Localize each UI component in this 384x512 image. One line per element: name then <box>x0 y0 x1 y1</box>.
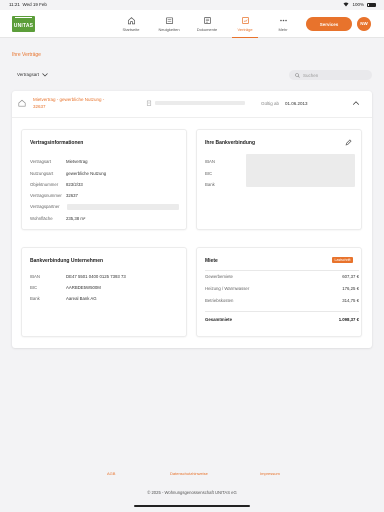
info-row-objektnummer: Objektnummer 823/2/33 <box>30 182 83 187</box>
avatar[interactable]: NW <box>357 17 371 31</box>
redacted-address <box>155 101 245 105</box>
contract-icon <box>241 16 249 25</box>
status-indicators: 100% <box>343 2 376 7</box>
company-bank-panel: Bankverbindung Unternehmen IBAN DE47 5501… <box>21 247 187 337</box>
page-title: Ihre Verträge <box>12 52 41 58</box>
nav-item-startseite[interactable]: Startseite <box>112 14 150 36</box>
status-time: 11:21 Wed 19 Feb <box>9 2 47 7</box>
nav-item-mehr[interactable]: Mehr <box>264 14 302 36</box>
footer-link-datenschutz[interactable]: Datenschutzhinweise <box>170 471 208 476</box>
company-row-iban: IBAN DE47 5501 0400 0125 7393 73 <box>30 274 126 279</box>
divider <box>205 311 359 312</box>
rent-title: Miete <box>205 258 218 264</box>
valid-from-label: Gültig ab <box>261 101 280 106</box>
contract-card: Mietvertrag - gewerbliche Nutzung - 3263… <box>12 91 372 348</box>
nav-item-vertraege[interactable]: Verträge <box>226 14 264 38</box>
company-row-bic: BIC AARBDE5W500M <box>30 285 101 290</box>
contract-name: Mietvertrag - gewerbliche Nutzung - 3263… <box>33 97 105 109</box>
bank-account-title: Ihre Bankverbindung <box>205 140 256 146</box>
home-indicator[interactable] <box>134 505 250 507</box>
filter-label: Vertragsart <box>17 72 40 77</box>
contract-info-title: Vertragsinformationen <box>30 140 84 146</box>
info-row-vertragsnummer: Vertragsnummer 32637 <box>30 193 78 198</box>
company-bank-title: Bankverbindung Unternehmen <box>30 258 104 264</box>
info-row-wohnflaeche: Wohnfläche 235,38 m² <box>30 216 86 221</box>
contract-header[interactable]: Mietvertrag - gewerbliche Nutzung - 3263… <box>12 91 372 118</box>
nav-items: Startseite Neuigkeiten Dokumente Verträg… <box>112 14 302 38</box>
company-row-bank: Bank Aareal Bank AG <box>30 296 97 301</box>
rent-row-total: Gesamtmiete 1.098,37 € <box>205 317 359 322</box>
redacted-vertragspartner <box>67 204 179 210</box>
status-bar: 11:21 Wed 19 Feb 100% <box>0 0 384 10</box>
rent-panel: Miete Lastschrift Gewerbemiete 607,37 € H… <box>196 247 362 337</box>
copyright: © 2025 - Wohnungsgenossenschaft UNITAS e… <box>147 490 237 495</box>
footer-link-impressum[interactable]: Impressum <box>260 471 280 476</box>
top-navigation: UNITAS Startseite Neuigkeiten Dokumente … <box>0 10 384 38</box>
edit-icon[interactable] <box>345 139 352 146</box>
more-icon <box>279 19 287 22</box>
contract-type-filter[interactable]: Vertragsart <box>17 72 48 77</box>
home-icon <box>127 17 135 25</box>
search-icon <box>295 72 300 78</box>
rent-row-betriebskosten: Betriebskosten 314,75 € <box>205 298 359 303</box>
chevron-up-icon[interactable] <box>352 99 360 107</box>
info-row-nutzungsart: Nutzungsart gewerbliche Nutzung <box>30 171 107 176</box>
search-field[interactable] <box>289 70 372 80</box>
chevron-down-icon <box>42 72 48 76</box>
divider <box>205 270 359 271</box>
wifi-icon <box>343 2 349 7</box>
contract-info-panel: Vertragsinformationen Vertragsart Mietver… <box>21 129 187 230</box>
rent-row-heizung: Heizung / Warmwasser 176,25 € <box>205 286 359 291</box>
building-icon <box>146 100 152 106</box>
battery-percent: 100% <box>352 2 364 7</box>
redacted-bank-details <box>246 154 355 187</box>
house-icon <box>18 99 26 107</box>
unitas-logo[interactable]: UNITAS <box>12 16 35 32</box>
news-icon <box>165 17 173 25</box>
payment-method-badge: Lastschrift <box>332 257 353 263</box>
services-button[interactable]: Services <box>306 17 352 31</box>
document-icon <box>203 16 211 25</box>
search-input[interactable] <box>303 72 363 78</box>
footer-link-agb[interactable]: AGB <box>107 471 115 476</box>
nav-item-neuigkeiten[interactable]: Neuigkeiten <box>150 14 188 36</box>
battery-icon <box>367 2 376 7</box>
info-row-vertragsart: Vertragsart Mietvertrag <box>30 159 88 164</box>
nav-item-dokumente[interactable]: Dokumente <box>188 14 226 36</box>
rent-row-gewerbemiete: Gewerbemiete 607,37 € <box>205 274 359 279</box>
bank-account-panel: Ihre Bankverbindung IBAN BIC Bank <box>196 129 362 230</box>
valid-from-date: 01.06.2013 <box>285 101 308 106</box>
